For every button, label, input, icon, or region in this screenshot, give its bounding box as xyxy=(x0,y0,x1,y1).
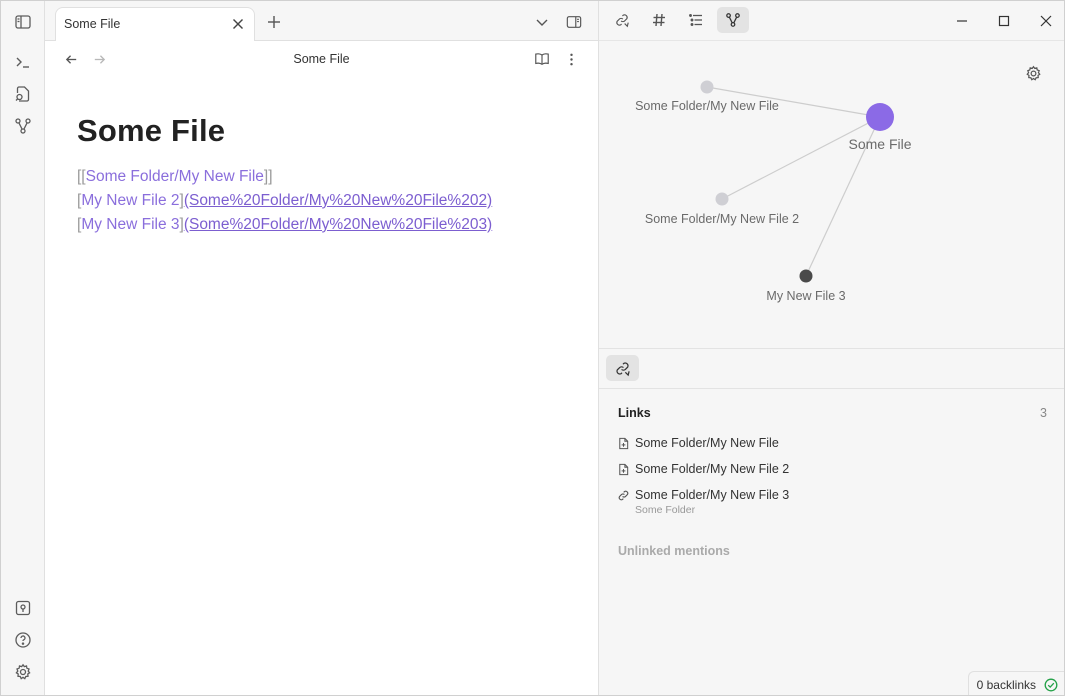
view-header: Some File xyxy=(45,41,598,77)
graph-node-my-new-file-3[interactable]: My New File 3 xyxy=(766,269,846,304)
link-item-path: Some Folder xyxy=(635,504,696,516)
graph-node-some-folder-my-new-file-2[interactable]: Some Folder/My New File 2 xyxy=(645,192,799,227)
sidebar-toggle-icon[interactable] xyxy=(12,11,34,33)
file-icon xyxy=(616,436,630,450)
maximize-icon[interactable] xyxy=(995,12,1013,30)
close-icon[interactable] xyxy=(230,16,246,32)
minimize-icon[interactable] xyxy=(953,12,971,30)
tab-list-chevron-down-icon[interactable] xyxy=(532,12,552,32)
links-heading[interactable]: Links xyxy=(618,406,651,420)
right-sidebar-tabs xyxy=(599,1,1064,41)
view-title[interactable]: Some File xyxy=(45,52,598,66)
markdown-link-text[interactable]: My New File 3 xyxy=(81,216,179,233)
settings-gear-icon[interactable] xyxy=(12,661,34,683)
doc-line-2[interactable]: [My New File 2](Some%20Folder/My%20New%2… xyxy=(77,192,492,210)
local-graph[interactable]: Some Folder/My New File Some Folder/My N… xyxy=(599,41,1064,349)
tab-bar: Some File xyxy=(45,1,598,42)
graph-view-icon[interactable] xyxy=(12,115,34,137)
graph-node-label: My New File 3 xyxy=(766,289,845,303)
window-close-icon[interactable] xyxy=(1037,12,1055,30)
backlinks-link-icon[interactable] xyxy=(606,7,638,33)
inline-title[interactable]: Some File xyxy=(77,113,225,149)
link-item-label: Some Folder/My New File xyxy=(635,436,779,450)
tab-some-file[interactable]: Some File xyxy=(55,7,255,42)
link-item-label: Some Folder/My New File 2 xyxy=(635,462,790,476)
markdown-link-text[interactable]: My New File 2 xyxy=(81,192,179,209)
doc-line-3[interactable]: [My New File 3](Some%20Folder/My%20New%2… xyxy=(77,216,492,234)
link-item-label: Some Folder/My New File 3 xyxy=(635,488,790,502)
graph-node-some-file-current[interactable]: Some File xyxy=(848,103,912,152)
status-bar: 0 backlinks xyxy=(967,671,1064,695)
bracket-close: ]] xyxy=(263,168,273,185)
reading-view-book-icon[interactable] xyxy=(533,50,551,68)
graph-node-some-folder-my-new-file[interactable]: Some Folder/My New File xyxy=(635,80,779,114)
vault-switcher-icon[interactable] xyxy=(12,597,34,619)
new-tab-plus-icon[interactable] xyxy=(264,12,284,32)
wikilink[interactable]: Some Folder/My New File xyxy=(86,168,264,185)
graph-node-label: Some Folder/My New File xyxy=(635,99,779,113)
app-window: Some File Some File Some File [[Some Fol… xyxy=(0,0,1065,696)
right-sidebar: Some Folder/My New File Some Folder/My N… xyxy=(598,1,1064,695)
link-item[interactable]: Some Folder/My New File 3 xyxy=(616,485,789,505)
markdown-link-url[interactable]: (Some%20Folder/My%20New%20File%202) xyxy=(184,192,492,209)
file-icon xyxy=(616,462,630,476)
editor[interactable]: Some File [[Some Folder/My New File]] [M… xyxy=(45,77,598,695)
links-count: 3 xyxy=(1040,406,1047,420)
left-ribbon xyxy=(1,1,45,695)
links-toolbar xyxy=(599,349,1064,389)
outgoing-links-icon[interactable] xyxy=(606,355,639,381)
markdown-link-url[interactable]: (Some%20Folder/My%20New%20File%203) xyxy=(184,216,492,233)
graph-node-label: Some Folder/My New File 2 xyxy=(645,212,799,226)
tab-title: Some File xyxy=(64,17,121,31)
local-graph-icon[interactable] xyxy=(717,7,749,33)
outline-list-icon[interactable] xyxy=(680,7,712,33)
file-search-icon[interactable] xyxy=(12,83,34,105)
graph-settings-gear-icon[interactable] xyxy=(1025,65,1043,83)
sync-check-icon[interactable] xyxy=(1044,678,1058,692)
more-options-icon[interactable] xyxy=(562,50,580,68)
right-sidebar-toggle-icon[interactable] xyxy=(564,12,584,32)
command-palette-icon[interactable] xyxy=(12,51,34,73)
tags-hash-icon[interactable] xyxy=(643,7,675,33)
bracket-open: [[ xyxy=(77,168,86,185)
doc-line-1[interactable]: [[Some Folder/My New File]] xyxy=(77,168,273,186)
link-item[interactable]: Some Folder/My New File 2 xyxy=(616,459,789,479)
help-icon[interactable] xyxy=(12,629,34,651)
link-icon xyxy=(616,488,630,502)
unlinked-mentions-heading[interactable]: Unlinked mentions xyxy=(618,544,730,558)
graph-node-label: Some File xyxy=(848,136,911,152)
backlinks-count[interactable]: 0 backlinks xyxy=(977,678,1036,692)
link-item[interactable]: Some Folder/My New File xyxy=(616,433,779,453)
